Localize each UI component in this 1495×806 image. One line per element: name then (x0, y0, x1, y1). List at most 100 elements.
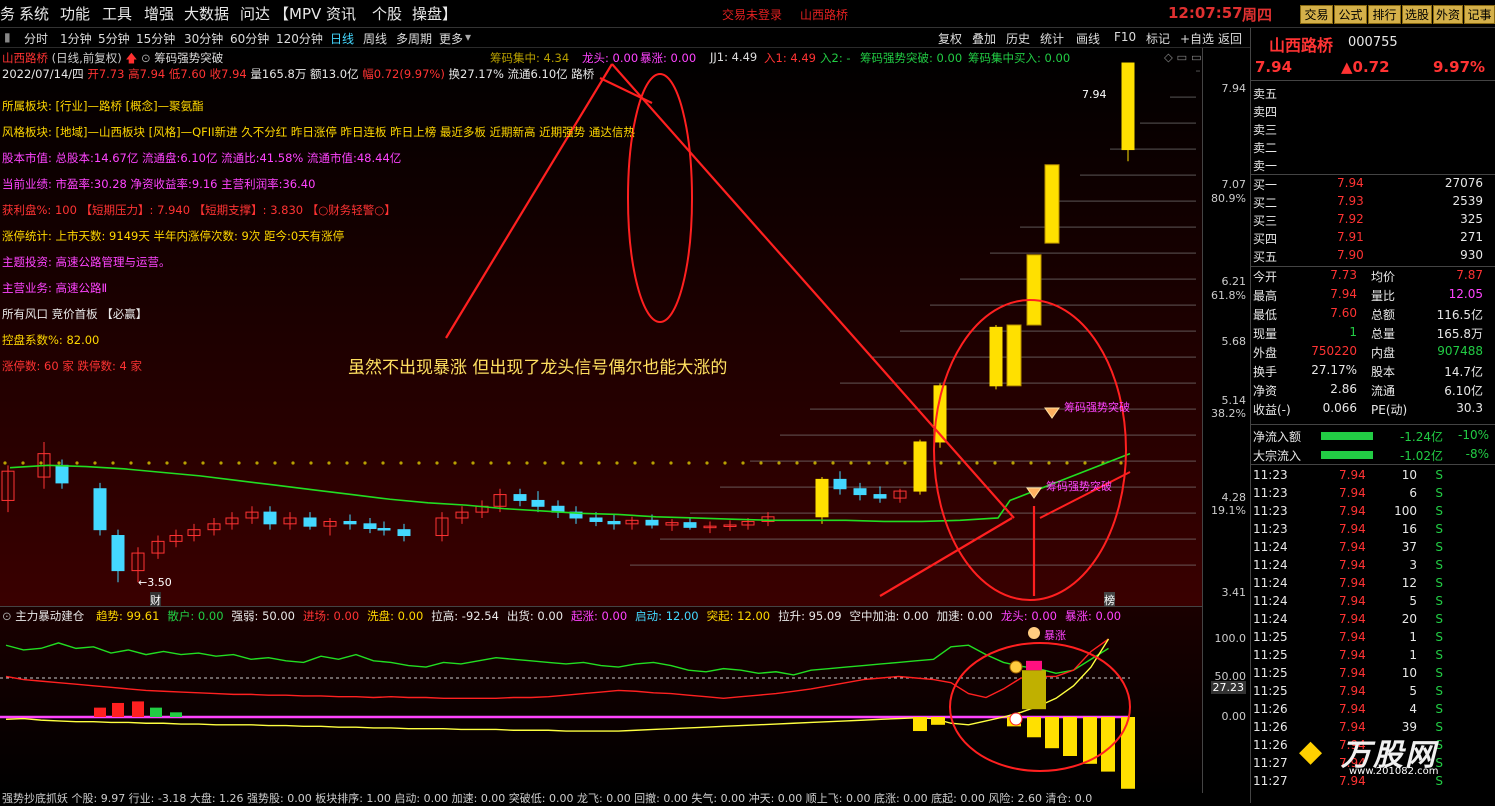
stat-cell: 均价 (1371, 270, 1396, 284)
panel-pct: 9.97% (1433, 58, 1486, 76)
period-tab[interactable]: 1分钟 (60, 30, 92, 47)
notes-button[interactable]: 记事 (1464, 5, 1495, 24)
tick-cell: 11:25 (1253, 684, 1288, 698)
stock-name[interactable]: 山西路桥 (2, 51, 48, 65)
period-tab[interactable]: 120分钟 (276, 30, 323, 47)
y-tick: 19.1% (1211, 504, 1246, 517)
period-tab[interactable]: 周线 (363, 30, 387, 47)
candle-body (363, 523, 377, 530)
indicator-value: 暴涨: 0.00 (640, 51, 697, 65)
dotted-level-mark (309, 461, 313, 465)
action-button[interactable]: +自选 (1180, 30, 1214, 47)
menu-item[interactable]: 功能 (60, 3, 90, 24)
settings-icon[interactable]: ⊙ (2, 609, 12, 623)
dotted-level-mark (417, 461, 421, 465)
candle-body (397, 529, 411, 537)
tick-row: 11:25 7.94 1 S (1253, 648, 1493, 666)
action-button[interactable]: 标记 (1146, 30, 1170, 47)
indicator-panel[interactable]: ⊙ 主力暴动建仓 趋势: 99.61 散户: 0.00 强弱: 50.00 进场: 0… (0, 606, 1202, 793)
bottom-indicator-text: 强势抄底抓妖 个股: 9.97 行业: -3.18 大盘: 1.26 强势股: … (2, 792, 1093, 805)
buy-cell: 买一 (1253, 178, 1278, 192)
dotted-level-mark (759, 461, 763, 465)
foreign-capital-button[interactable]: 外资 (1433, 5, 1463, 24)
stat-row: 最高 7.94 量比 12.05 (1253, 287, 1493, 305)
action-button[interactable]: 统计 (1040, 30, 1064, 47)
action-button[interactable]: 返回 (1218, 30, 1242, 47)
dotted-level-mark (903, 461, 907, 465)
dotted-level-mark (273, 461, 277, 465)
chevron-down-icon[interactable]: ▾ (465, 30, 471, 44)
kline-chart[interactable]: 山西路桥 (日线,前复权) 🡅 ⊙ 筹码强势突破 筹码集中: 4.34 龙头: … (0, 48, 1202, 608)
tick-cell: S (1435, 702, 1443, 716)
menu-item[interactable]: 增强 (144, 3, 174, 24)
tick-cell: 5 (1409, 684, 1417, 698)
tick-row: 11:23 7.94 16 S (1253, 522, 1493, 540)
annotation-arrow (445, 63, 613, 339)
dotted-level-mark (525, 461, 529, 465)
flow-row: 大宗流入 -1.02亿 -8% (1253, 447, 1493, 465)
period-tab[interactable]: 分时 (24, 30, 48, 47)
info-line: 涨停统计: 上市天数: 9149天 半年内涨停次数: 9次 距今:0天有涨停 (2, 229, 345, 243)
stat-cell: 外盘 (1253, 346, 1278, 360)
menu-item[interactable]: 【MPV 资讯 (274, 3, 356, 24)
menu-item[interactable]: 个股 (372, 3, 402, 24)
settings-icon[interactable]: ⊙ (141, 51, 151, 65)
stock-select-button[interactable]: 选股 (1402, 5, 1432, 24)
buy-row: 买三 7.92 325 (1253, 212, 1493, 230)
tick-row: 11:24 7.94 3 S (1253, 558, 1493, 576)
tick-cell: 7.94 (1339, 468, 1366, 482)
indicator-title[interactable]: 主力暴动建仓 (15, 609, 84, 623)
formula-button[interactable]: 公式 (1334, 5, 1367, 24)
bottom-indicator-bar[interactable]: 强势抄底抓妖 个股: 9.97 行业: -3.18 大盘: 1.26 强势股: … (0, 792, 1250, 805)
period-tab[interactable]: 30分钟 (184, 30, 223, 47)
stat-cell: 12.05 (1448, 287, 1483, 301)
indicator-value: 突起: 12.00 (706, 609, 771, 623)
volume-bar (94, 707, 106, 717)
indicator-value: 暴涨: 0.00 (1064, 609, 1122, 623)
tick-cell: S (1435, 630, 1443, 644)
period-tab[interactable]: 多周期 (396, 30, 432, 47)
period-tab[interactable]: 5分钟 (98, 30, 130, 47)
menu-item[interactable]: 务 (0, 3, 15, 24)
period-tab[interactable]: 15分钟 (136, 30, 175, 47)
period-tab[interactable]: 60分钟 (230, 30, 269, 47)
divider (1251, 266, 1495, 267)
formula-name[interactable]: 筹码强势突破 (154, 51, 223, 65)
stat-cell: 股本 (1371, 365, 1396, 379)
panel-stock-name: 山西路桥 (1269, 36, 1334, 55)
action-button[interactable]: 画线 (1076, 30, 1100, 47)
flow-cell: -1.24亿 (1399, 430, 1443, 444)
buy-cell: 7.94 (1337, 176, 1364, 190)
menu-item[interactable]: 系统 (19, 3, 49, 24)
action-button[interactable]: 叠加 (972, 30, 996, 47)
action-button[interactable]: 复权 (938, 30, 962, 47)
flow-row: 净流入额 -1.24亿 -10% (1253, 428, 1493, 446)
tick-cell: 7.94 (1339, 486, 1366, 500)
menu-item[interactable]: 大数据 (184, 3, 229, 24)
buy-cell: 271 (1460, 230, 1483, 244)
buy-cell: 2539 (1452, 194, 1483, 208)
action-button[interactable]: 历史 (1006, 30, 1030, 47)
ranking-button[interactable]: 排行 (1368, 5, 1401, 24)
info-line: 涨停数: 60 家 跌停数: 4 家 (2, 359, 142, 373)
indicator-value: 启动: 12.00 (635, 609, 699, 623)
action-button[interactable]: F10 (1114, 30, 1136, 44)
dotted-level-mark (831, 461, 835, 465)
period-tab-active[interactable]: 日线 (330, 30, 354, 47)
tick-cell: S (1435, 486, 1443, 500)
more-dropdown[interactable]: 更多 (439, 30, 463, 47)
menu-item[interactable]: 操盘】 (412, 3, 457, 24)
indicator-value: 入1: 4.49 (764, 51, 816, 65)
indicator-svg[interactable] (0, 607, 1202, 794)
menu-item[interactable]: 问达 (240, 3, 270, 24)
trade-button[interactable]: 交易 (1300, 5, 1333, 24)
login-status[interactable]: 交易未登录 (722, 6, 782, 23)
diamond-icon[interactable]: ◇ ▭ ▭ (1164, 50, 1202, 64)
dotted-level-mark (975, 461, 979, 465)
down-bar (913, 717, 927, 732)
menu-item[interactable]: 工具 (102, 3, 132, 24)
divider (1251, 80, 1495, 81)
stat-cell: 1 (1349, 325, 1357, 339)
buy-cell: 7.93 (1337, 194, 1364, 208)
dotted-level-mark (993, 461, 997, 465)
